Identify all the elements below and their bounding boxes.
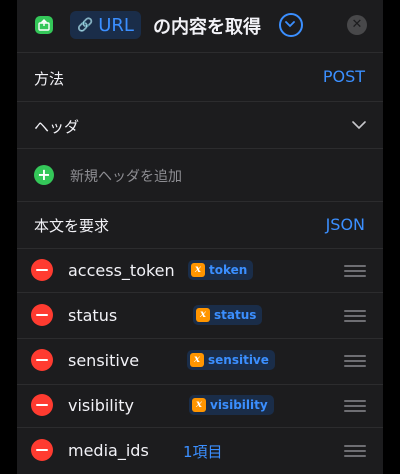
field-key[interactable]: visibility [68, 396, 134, 415]
url-token-label: URL [98, 14, 134, 36]
field-key[interactable]: media_ids [68, 441, 149, 460]
variable-label: status [214, 308, 257, 322]
body-value[interactable]: JSON [326, 215, 365, 234]
headers-row[interactable]: ヘッダ [17, 102, 383, 149]
variable-label: visibility [210, 398, 268, 412]
method-label: 方法 [34, 70, 65, 88]
variable-label: sensitive [208, 353, 269, 367]
field-value[interactable]: 1項目 [183, 441, 223, 462]
action-card: 🔗 URL の内容を取得 ✕ 方法 POST ヘッダ + 新規ヘッダを追加 本文… [17, 0, 383, 474]
remove-icon[interactable] [31, 259, 53, 281]
method-value[interactable]: POST [323, 67, 365, 86]
url-variable-token[interactable]: 🔗 URL [70, 11, 141, 39]
drag-handle-icon[interactable] [344, 265, 366, 277]
variable-label: token [209, 263, 248, 277]
variable-token[interactable]: x token [188, 260, 254, 280]
drag-handle-icon[interactable] [344, 400, 366, 412]
method-row[interactable]: 方法 POST [17, 53, 383, 102]
field-row[interactable]: sensitive x sensitive [17, 339, 383, 385]
field-key[interactable]: sensitive [68, 351, 139, 370]
body-row[interactable]: 本文を要求 JSON [17, 202, 383, 249]
add-icon[interactable]: + [34, 165, 54, 185]
variable-token[interactable]: x visibility [189, 395, 274, 415]
remove-icon[interactable] [31, 394, 53, 416]
headers-label: ヘッダ [34, 118, 80, 136]
field-row[interactable]: visibility x visibility [17, 385, 383, 428]
variable-icon: x [192, 398, 206, 412]
field-row[interactable]: status x status [17, 293, 383, 339]
action-title: の内容を取得 [153, 17, 261, 38]
field-key[interactable]: access_token [68, 261, 175, 280]
variable-icon: x [196, 308, 210, 322]
add-header-row[interactable]: + 新規ヘッダを追加 [17, 149, 383, 202]
field-key[interactable]: status [68, 306, 117, 325]
add-header-label: 新規ヘッダを追加 [70, 169, 182, 185]
variable-token[interactable]: x sensitive [187, 350, 275, 370]
shortcut-app-icon [35, 16, 53, 34]
variable-icon: x [190, 353, 204, 367]
field-row[interactable]: access_token x token [17, 249, 383, 293]
variable-token[interactable]: x status [193, 305, 263, 325]
chevron-down-icon[interactable] [279, 13, 303, 37]
link-icon: 🔗 [77, 17, 94, 33]
close-icon[interactable]: ✕ [347, 15, 367, 35]
remove-icon[interactable] [31, 304, 53, 326]
remove-icon[interactable] [31, 439, 53, 461]
field-row[interactable]: media_ids 1項目 [17, 428, 383, 474]
body-label: 本文を要求 [34, 217, 110, 235]
drag-handle-icon[interactable] [344, 445, 366, 457]
drag-handle-icon[interactable] [344, 310, 366, 322]
chevron-down-icon[interactable] [352, 121, 366, 130]
drag-handle-icon[interactable] [344, 355, 366, 367]
remove-icon[interactable] [31, 349, 53, 371]
action-header: 🔗 URL の内容を取得 ✕ [17, 0, 383, 53]
variable-icon: x [191, 263, 205, 277]
